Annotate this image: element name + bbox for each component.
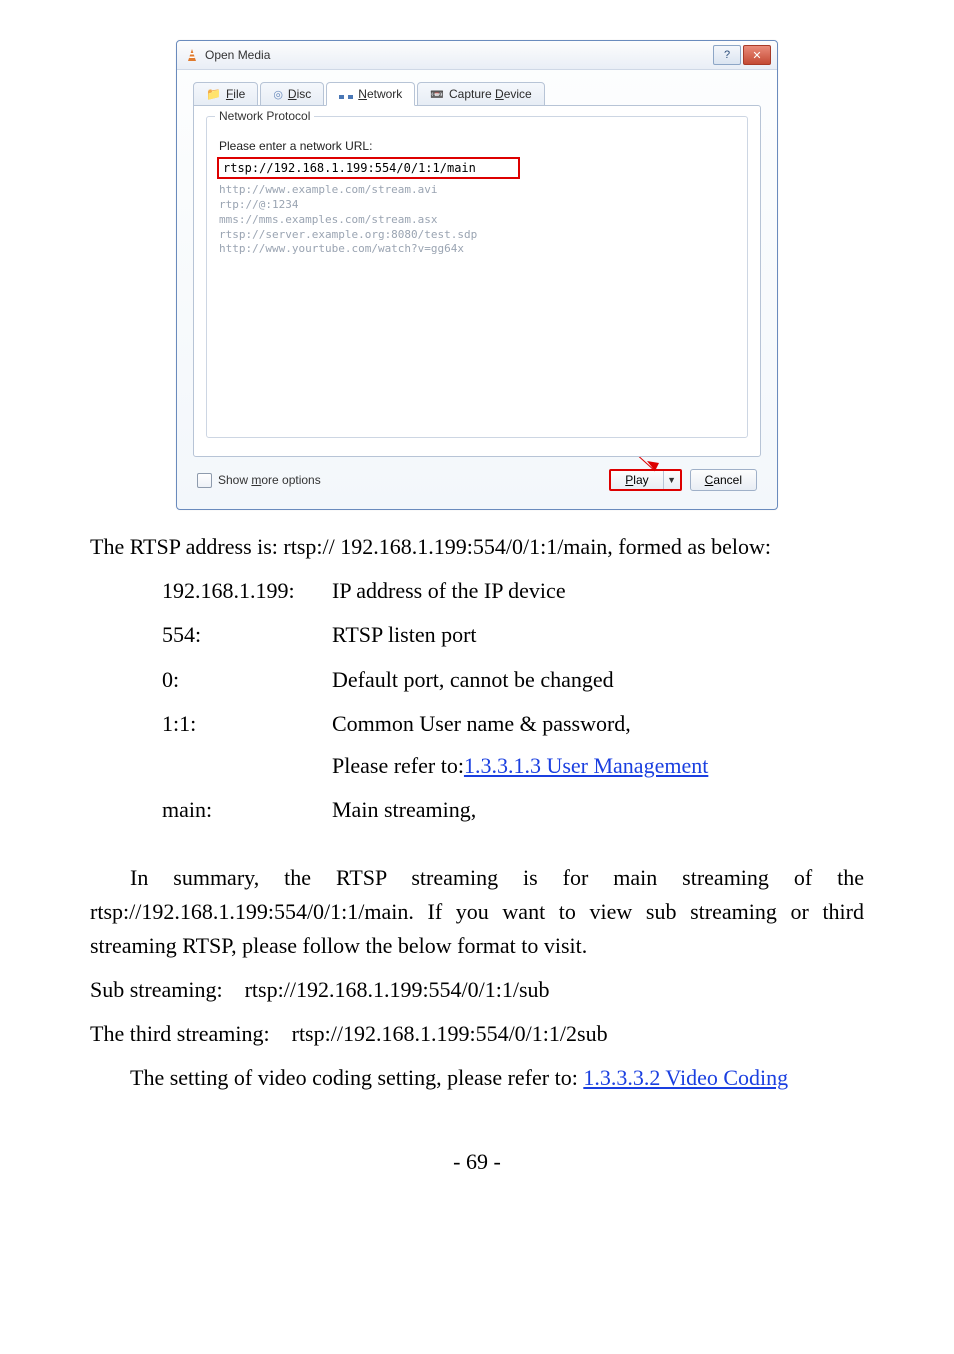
help-button[interactable]: ? xyxy=(713,45,741,65)
tab-file[interactable]: File xyxy=(193,82,258,106)
third-streaming-line: The third streaming: rtsp://192.168.1.19… xyxy=(90,1017,864,1051)
tab-network[interactable]: Network xyxy=(326,82,415,106)
sub-streaming-line: Sub streaming: rtsp://192.168.1.199:554/… xyxy=(90,973,864,1007)
tab-capture[interactable]: Capture Device xyxy=(417,82,544,106)
play-button[interactable]: Play ▼ xyxy=(609,469,681,491)
url-examples: http://www.example.com/stream.avi rtp://… xyxy=(217,183,737,257)
vlc-cone-icon xyxy=(185,48,199,62)
def-key-0: 0: xyxy=(162,663,332,697)
def-sub-userman: Please refer to:1.3.3.1.3 User Managemen… xyxy=(332,749,864,783)
tab-disc[interactable]: Disc xyxy=(260,82,324,106)
dialog-title: Open Media xyxy=(205,48,270,62)
groupbox-legend: Network Protocol xyxy=(215,109,314,123)
show-more-options-checkbox[interactable]: Show more options xyxy=(197,473,321,488)
video-coding-link[interactable]: 1.3.3.3.2 Video Coding xyxy=(583,1065,788,1090)
network-protocol-group: Network Protocol Please enter a network … xyxy=(206,116,748,438)
user-management-link[interactable]: 1.3.3.1.3 User Management xyxy=(464,753,708,778)
summary-paragraph: In summary, the RTSP streaming is for ma… xyxy=(90,861,864,963)
def-key-11: 1:1: xyxy=(162,707,332,741)
open-media-dialog: Open Media ? ✕ File Disc Network xyxy=(176,40,778,510)
page-number: - 69 - xyxy=(90,1145,864,1179)
close-button[interactable]: ✕ xyxy=(743,45,771,65)
def-val-main: Main streaming, xyxy=(332,793,864,827)
definitions: 192.168.1.199: IP address of the IP devi… xyxy=(162,574,864,827)
chevron-down-icon[interactable]: ▼ xyxy=(664,471,680,489)
def-key-ip: 192.168.1.199: xyxy=(162,574,332,608)
cancel-button[interactable]: Cancel xyxy=(690,469,757,491)
url-prompt: Please enter a network URL: xyxy=(219,139,737,153)
def-val-ip: IP address of the IP device xyxy=(332,574,864,608)
folder-icon xyxy=(206,87,221,101)
def-key-554: 554: xyxy=(162,618,332,652)
def-val-0: Default port, cannot be changed xyxy=(332,663,864,697)
rtsp-intro: The RTSP address is: rtsp:// 192.168.1.1… xyxy=(90,530,864,564)
tabs: File Disc Network Capture Device xyxy=(193,82,761,106)
network-panel: Network Protocol Please enter a network … xyxy=(193,105,761,457)
network-url-input[interactable] xyxy=(217,157,520,179)
titlebar: Open Media ? ✕ xyxy=(177,41,777,70)
def-key-main: main: xyxy=(162,793,332,827)
disc-icon xyxy=(273,87,283,101)
video-coding-line: The setting of video coding setting, ple… xyxy=(90,1061,864,1095)
checkbox-icon xyxy=(197,473,212,488)
capture-icon xyxy=(430,87,444,101)
def-val-11: Common User name & password, xyxy=(332,707,864,741)
def-val-554: RTSP listen port xyxy=(332,618,864,652)
